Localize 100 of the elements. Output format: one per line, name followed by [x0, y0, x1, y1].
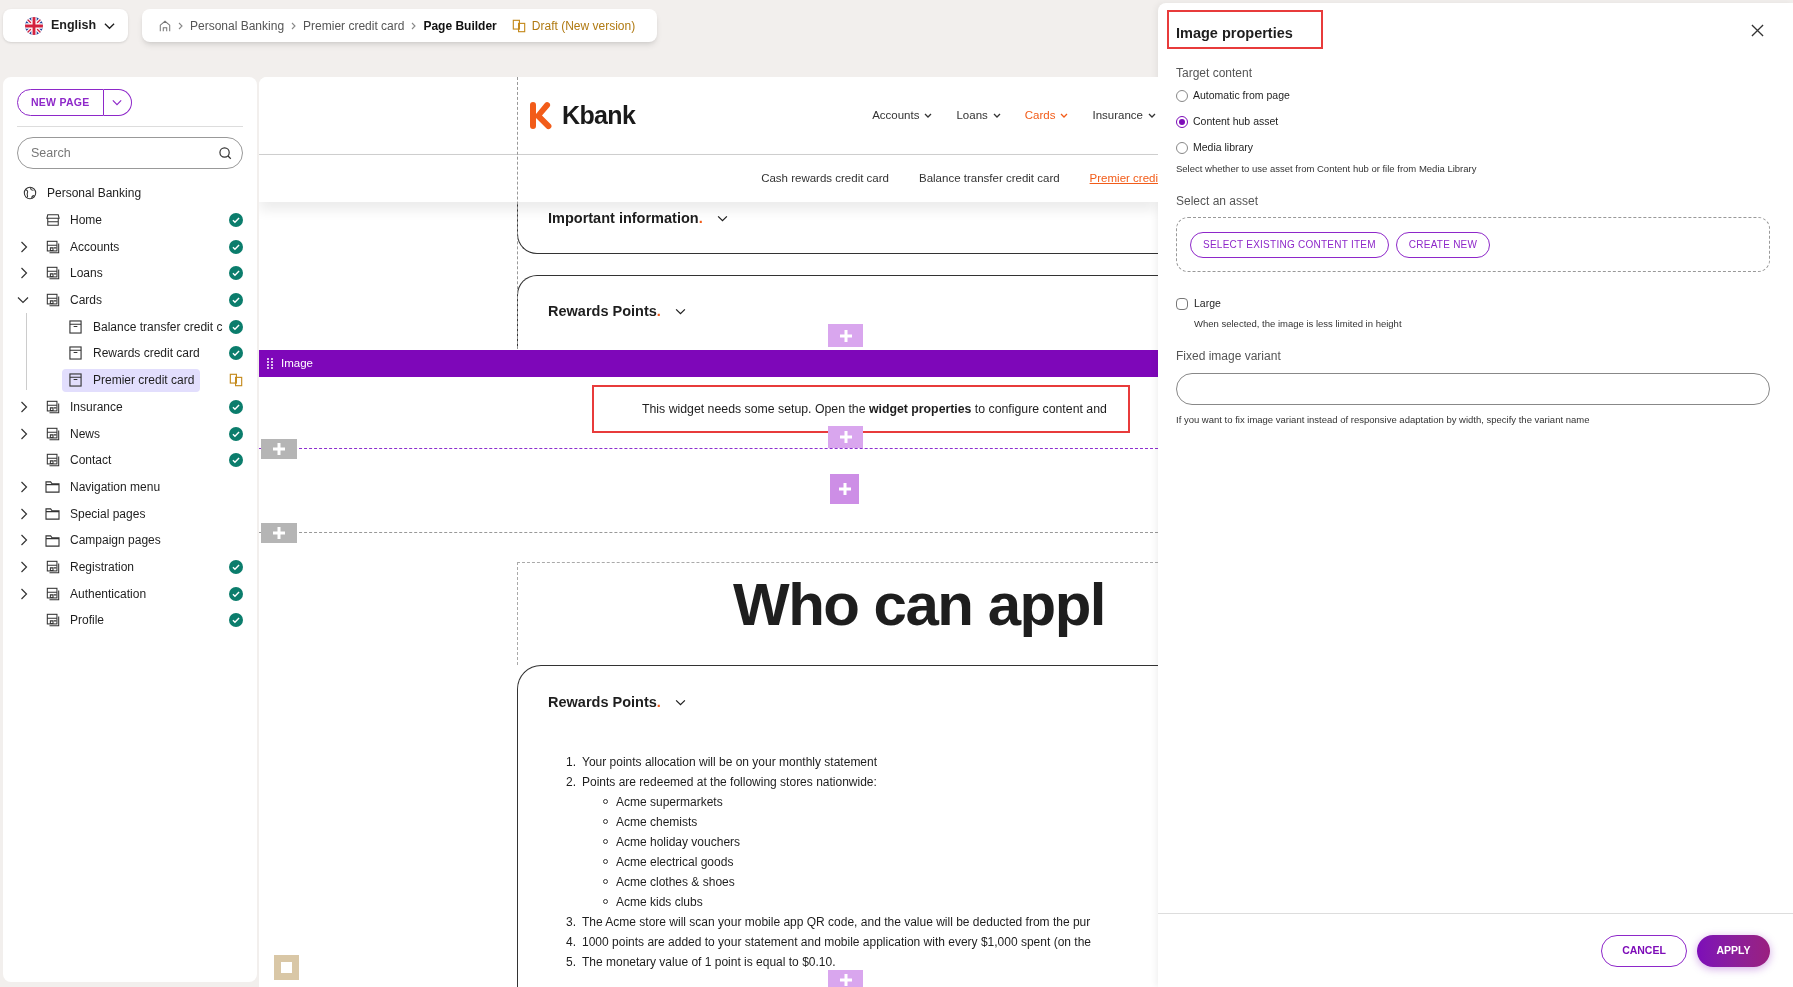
chevron-down-icon — [716, 215, 728, 223]
chevron-down-icon — [112, 99, 122, 106]
list-number: 4. — [566, 933, 577, 951]
chevron-right-icon[interactable] — [20, 267, 28, 280]
tree-item[interactable]: Personal Banking — [16, 181, 148, 205]
folder-icon — [45, 507, 60, 521]
archive-icon — [69, 346, 82, 361]
chevron-right-icon — [291, 21, 297, 30]
chevron-down-icon[interactable] — [17, 296, 29, 305]
chevron-right-icon[interactable] — [20, 480, 28, 493]
list-item-text: The Acme store will scan your mobile app QR code, and the value will be deducted from the pur — [582, 913, 1091, 931]
list-item-text: The monetary value of 1 point is equal to $0.10. — [582, 953, 836, 971]
close-icon — [1750, 23, 1764, 37]
sub-nav-link[interactable]: Cash rewards credit card — [761, 169, 889, 188]
tree-item[interactable]: Premier credit card — [62, 368, 201, 392]
panel-title: Image properties — [1176, 24, 1293, 43]
list-item-text: Acme kids clubs — [616, 893, 703, 911]
draft-icon — [511, 18, 526, 33]
list-item-text: Acme supermarkets — [616, 793, 723, 811]
draft-status: Draft (New version) — [531, 17, 636, 35]
accordion-title[interactable]: Rewards Points. — [548, 301, 661, 323]
variant-input[interactable] — [1176, 373, 1770, 405]
tree-item[interactable]: Loans — [39, 261, 109, 285]
checkbox-label: Large — [1194, 296, 1221, 311]
chevron-right-icon[interactable] — [20, 534, 28, 547]
search-icon[interactable] — [219, 147, 232, 160]
list-item-text: Points are redeemed at the following stores nationwide: — [582, 773, 877, 791]
layout-icon — [45, 426, 60, 441]
chevron-right-icon[interactable] — [20, 427, 28, 440]
folder-icon — [45, 533, 60, 547]
plus-icon — [838, 328, 853, 343]
tree-item[interactable]: Authentication — [39, 582, 153, 606]
tree-item[interactable]: Rewards credit card — [62, 341, 206, 365]
plus-icon — [838, 973, 853, 987]
chevron-right-icon — [178, 21, 183, 30]
chevron-right-icon[interactable] — [20, 560, 28, 573]
chevron-down-icon — [924, 113, 933, 118]
list-number: 5. — [566, 953, 577, 971]
folder-icon — [45, 480, 60, 494]
radio-label: Content hub asset — [1193, 114, 1279, 130]
layout-icon — [45, 559, 60, 574]
tree-item[interactable]: Contact — [39, 448, 118, 472]
list-item-text: Acme electrical goods — [616, 853, 734, 871]
help-text: When selected, the image is less limited in height — [1193, 316, 1403, 331]
search-field[interactable]: Search — [17, 137, 243, 169]
chevron-right-icon[interactable] — [20, 240, 28, 253]
field-label: Fixed image variant — [1176, 348, 1282, 365]
tree-item[interactable]: Accounts — [39, 235, 126, 259]
chevron-down-icon — [992, 113, 1001, 118]
site-nav-link[interactable]: Insurance — [1092, 106, 1156, 125]
layout-icon — [45, 293, 60, 308]
list-number: 3. — [566, 913, 577, 931]
checkbox[interactable] — [1176, 297, 1188, 310]
tree-item[interactable]: Profile — [39, 608, 110, 632]
tree-item[interactable]: Balance transfer credit c — [62, 315, 229, 339]
chevron-right-icon[interactable] — [20, 587, 28, 600]
list-item-text: Acme holiday vouchers — [616, 833, 741, 851]
plus-icon — [838, 430, 853, 444]
sub-nav-link[interactable]: Balance transfer credit card — [919, 169, 1060, 188]
plus-icon — [272, 442, 286, 456]
chevron-right-icon[interactable] — [20, 400, 28, 413]
site-nav-link[interactable]: Loans — [956, 106, 1001, 125]
globe-icon — [22, 186, 37, 201]
site-nav-link[interactable]: Accounts — [872, 106, 933, 125]
list-item-text: Acme chemists — [616, 813, 698, 831]
accordion-title[interactable]: Rewards Points. — [548, 692, 661, 714]
layout-icon — [45, 453, 60, 468]
drag-handle-icon[interactable] — [267, 358, 273, 369]
layout-icon — [45, 266, 60, 281]
uk-flag-icon — [25, 16, 43, 35]
breadcrumb-link[interactable]: Personal Banking — [190, 16, 285, 35]
sub-nav-link[interactable]: Premier credi — [1089, 169, 1158, 188]
breadcrumb-link[interactable]: Page Builder — [423, 16, 497, 35]
radio-label: Media library — [1193, 140, 1254, 156]
language-selector[interactable]: English — [3, 9, 128, 42]
help-text: Select whether to use asset from Content hub or file from Media Library — [1176, 161, 1478, 176]
tree-item[interactable]: Cards — [39, 288, 108, 312]
tree-item[interactable]: Insurance — [39, 395, 129, 419]
field-label: Select an asset — [1176, 193, 1260, 210]
chevron-right-icon[interactable] — [20, 507, 28, 520]
tree-item[interactable]: Navigation menu — [39, 475, 167, 499]
tree-item[interactable]: Campaign pages — [39, 528, 167, 552]
help-text: If you want to fix image variant instead of responsive adaptation by width, specify the variant name — [1176, 413, 1591, 427]
plus-icon — [272, 526, 286, 540]
primary-button[interactable]: APPLY — [1697, 934, 1770, 967]
tree-item[interactable]: News — [39, 422, 106, 446]
store-icon — [45, 213, 60, 228]
widget-label: Image — [281, 355, 313, 371]
tree-item[interactable]: Home — [39, 208, 108, 232]
tree-item[interactable]: Special pages — [39, 502, 152, 526]
layout-icon — [45, 239, 60, 254]
home-icon[interactable] — [159, 19, 171, 32]
layout-icon — [45, 399, 60, 414]
layout-icon — [45, 613, 60, 628]
breadcrumb-link[interactable]: Premier credit card — [303, 16, 405, 35]
tree-item[interactable]: Registration — [39, 555, 141, 579]
list-item-text: Acme clothes & shoes — [616, 873, 735, 891]
secondary-button[interactable]: CANCEL — [1601, 934, 1687, 967]
archive-icon — [69, 373, 82, 388]
accordion-title[interactable]: Important information. — [548, 208, 703, 230]
